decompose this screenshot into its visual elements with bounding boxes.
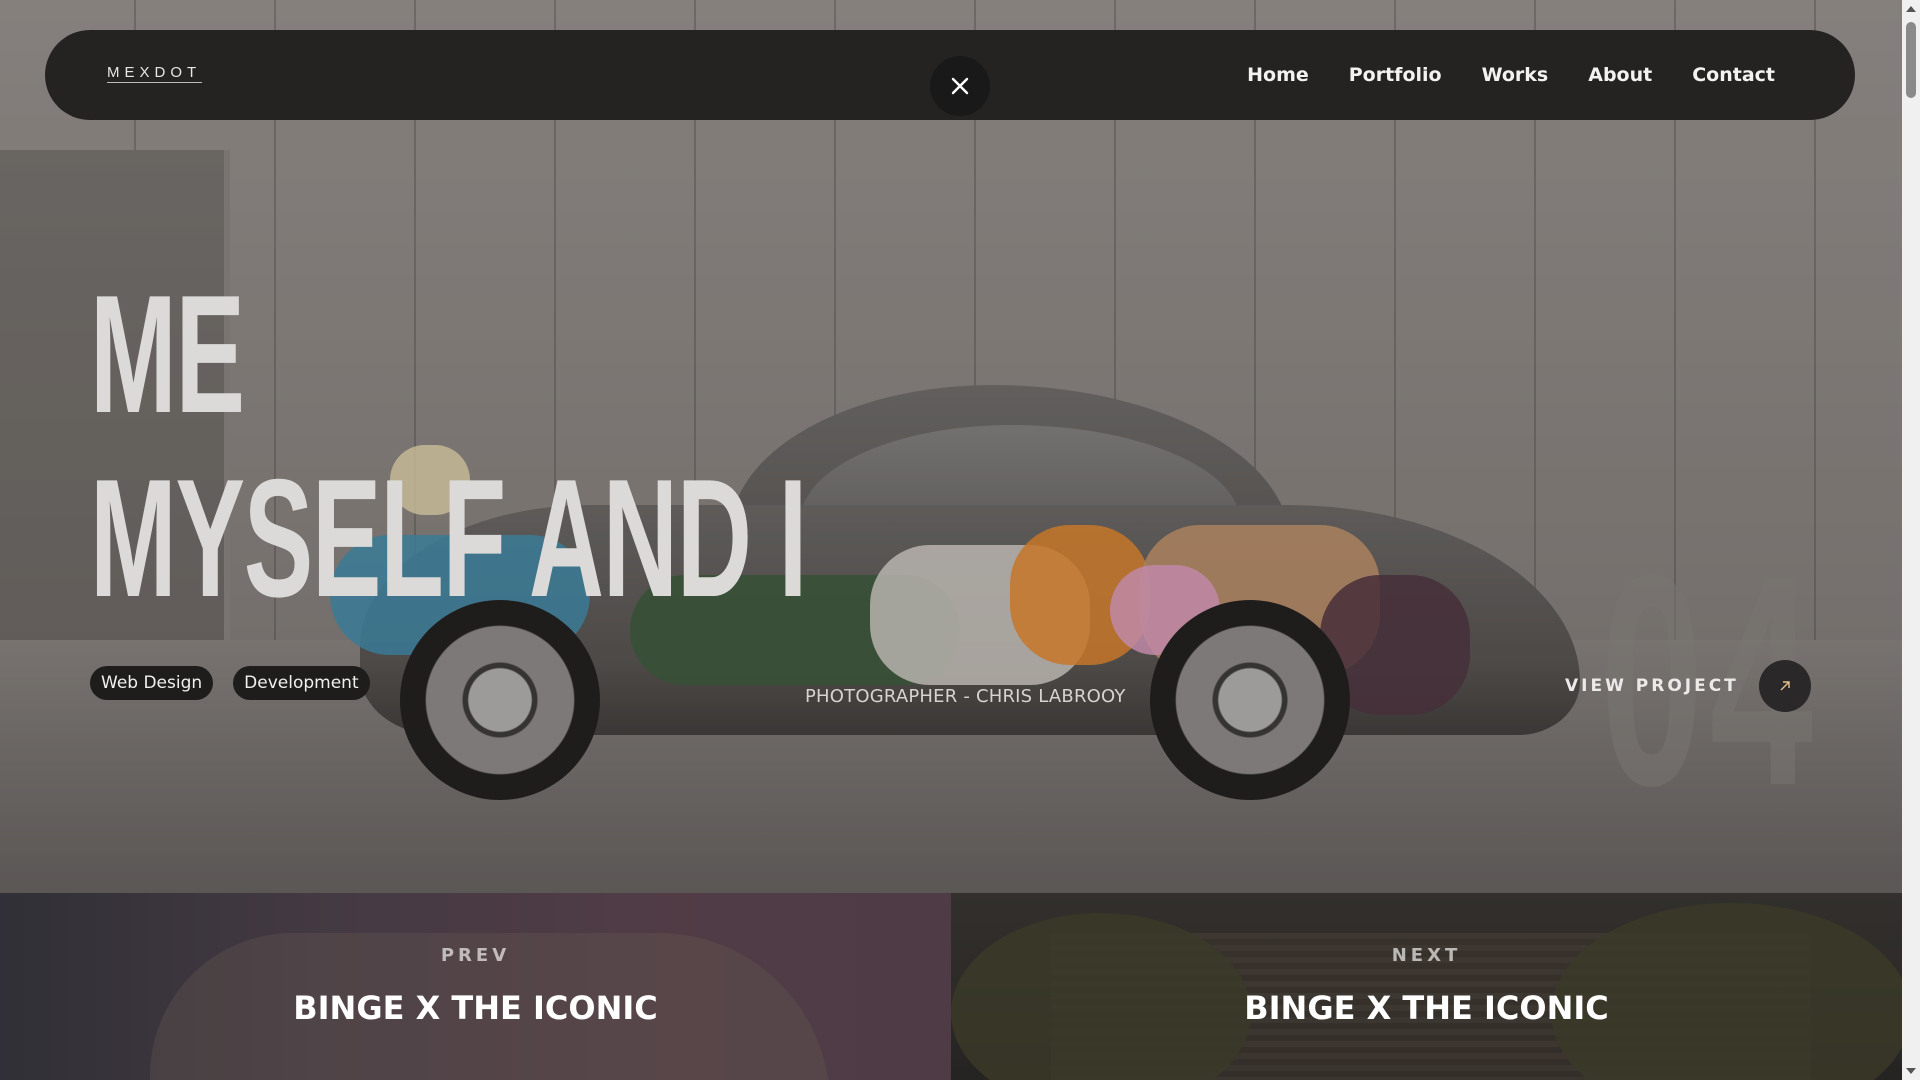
nav-about[interactable]: About xyxy=(1588,64,1652,86)
view-project-label: VIEW PROJECT xyxy=(1565,676,1739,696)
view-project-button[interactable]: VIEW PROJECT xyxy=(1565,660,1811,712)
nav-works[interactable]: Works xyxy=(1482,64,1549,86)
main-nav: Home Portfolio Works About Contact xyxy=(1247,30,1775,120)
hero-section: ME MYSELF AND I Web Design Development P… xyxy=(0,0,1902,893)
panel-dim xyxy=(951,893,1902,1080)
nav-contact[interactable]: Contact xyxy=(1692,64,1775,86)
photographer-credit: PHOTOGRAPHER - CHRIS LABROOY xyxy=(805,686,1126,707)
page-scrollbar[interactable] xyxy=(1902,0,1920,1080)
scroll-up-icon[interactable] xyxy=(1906,6,1916,12)
hero-title-line-2: MYSELF AND I xyxy=(90,444,807,632)
tag-web-design[interactable]: Web Design xyxy=(90,666,214,700)
prev-project-panel[interactable]: PREV BINGE X THE ICONIC xyxy=(0,893,951,1080)
panel-dim xyxy=(0,893,951,1080)
scrollbar-thumb[interactable] xyxy=(1906,22,1916,98)
arrow-up-right-icon[interactable] xyxy=(1758,660,1811,712)
prev-label: PREV xyxy=(440,945,511,966)
scroll-down-icon[interactable] xyxy=(1906,1068,1916,1074)
tag-list: Web Design Development xyxy=(90,666,370,700)
next-label: NEXT xyxy=(1391,945,1462,966)
prev-project-title[interactable]: BINGE X THE ICONIC xyxy=(0,989,951,1027)
close-button[interactable] xyxy=(930,56,990,116)
next-project-panel[interactable]: NEXT BINGE X THE ICONIC xyxy=(951,893,1902,1080)
close-icon xyxy=(951,77,969,95)
nav-portfolio[interactable]: Portfolio xyxy=(1349,64,1442,86)
nav-home[interactable]: Home xyxy=(1247,64,1309,86)
next-project-title[interactable]: BINGE X THE ICONIC xyxy=(951,989,1902,1027)
hero-title-line-1: ME xyxy=(90,260,245,448)
tag-development[interactable]: Development xyxy=(233,666,370,700)
hero-title: ME MYSELF AND I xyxy=(90,260,807,632)
logo-underline xyxy=(107,82,202,84)
site-logo[interactable]: MEXDOT xyxy=(107,64,201,81)
